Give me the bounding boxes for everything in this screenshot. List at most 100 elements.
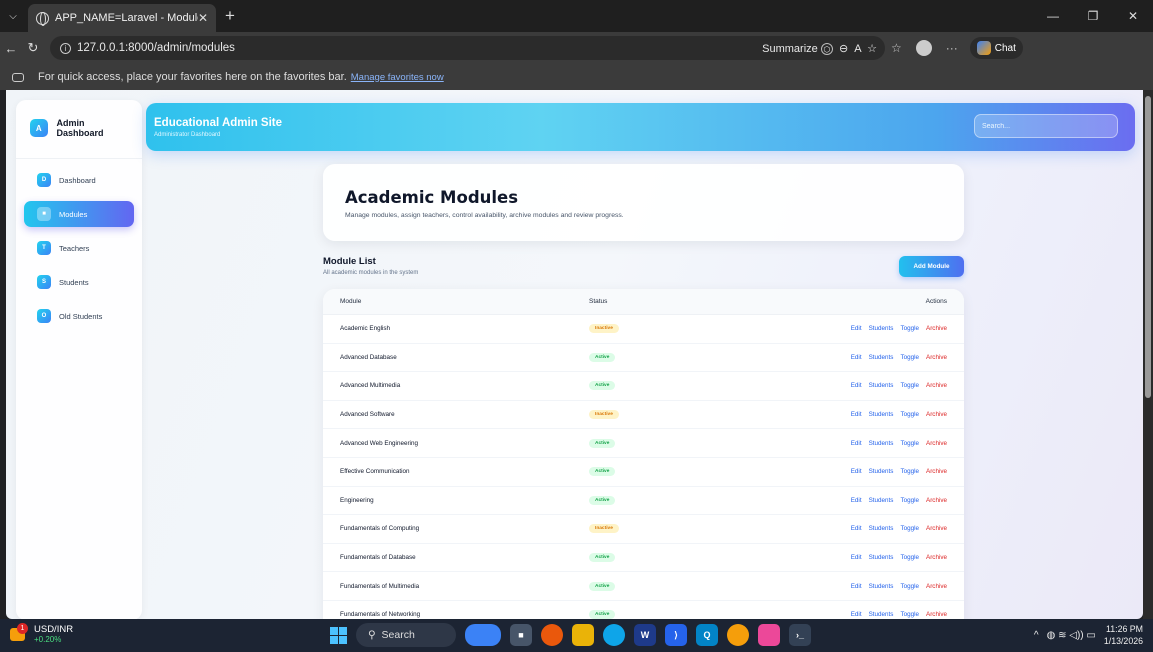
more-menu-icon[interactable]: ···	[946, 41, 958, 55]
tab-title: APP_NAME=Laravel - Modules	[55, 12, 198, 24]
sidebar-item-modules[interactable]: ■ Modules	[24, 201, 134, 227]
actions-cell: Edit Students Toggle Archive	[789, 354, 964, 361]
window-controls: — ❐ ✕	[1033, 0, 1153, 32]
toggle-link[interactable]: Toggle	[900, 554, 919, 561]
students-link[interactable]: Students	[869, 468, 894, 475]
manage-favorites-link[interactable]: Manage favorites now	[351, 72, 444, 83]
toggle-link[interactable]: Toggle	[900, 354, 919, 361]
students-link[interactable]: Students	[869, 583, 894, 590]
archive-link[interactable]: Archive	[926, 583, 947, 590]
archive-link[interactable]: Archive	[926, 325, 947, 332]
sidebar-item-dashboard[interactable]: D Dashboard	[24, 167, 134, 193]
toggle-link[interactable]: Toggle	[900, 468, 919, 475]
summarize-button[interactable]: Summarize ⬡ ⊖ A ☆	[762, 42, 885, 55]
edit-link[interactable]: Edit	[851, 354, 862, 361]
edit-link[interactable]: Edit	[851, 411, 862, 418]
sidebar-item-students[interactable]: S Students	[24, 269, 134, 295]
toggle-link[interactable]: Toggle	[900, 440, 919, 447]
actions-cell: Edit Students Toggle Archive	[789, 497, 964, 504]
chat-button[interactable]: Chat	[969, 37, 1023, 59]
browser-tab[interactable]: APP_NAME=Laravel - Modules ✕	[28, 4, 216, 32]
toggle-link[interactable]: Toggle	[900, 583, 919, 590]
sidebar-item-old-students[interactable]: O Old Students	[24, 303, 134, 329]
archive-link[interactable]: Archive	[926, 611, 947, 618]
app-icon[interactable]	[758, 624, 780, 646]
address-bar[interactable]: i 127.0.0.1:8000/admin/modules Summarize…	[50, 36, 885, 60]
archive-link[interactable]: Archive	[926, 382, 947, 389]
favorites-icon[interactable]: ☆	[891, 41, 902, 55]
toggle-link[interactable]: Toggle	[900, 611, 919, 618]
chrome-icon[interactable]	[541, 624, 563, 646]
edit-link[interactable]: Edit	[851, 497, 862, 504]
chrome-alt-icon[interactable]	[727, 624, 749, 646]
edge-icon[interactable]	[603, 624, 625, 646]
toggle-link[interactable]: Toggle	[900, 497, 919, 504]
ticker-widget[interactable]: 1 USD/INR +0.20%	[8, 623, 73, 645]
archive-link[interactable]: Archive	[926, 440, 947, 447]
clock[interactable]: 11:26 PM 1/13/2026	[1104, 623, 1143, 647]
old-students-icon: O	[37, 309, 51, 323]
refresh-icon[interactable]: ↻	[22, 40, 44, 56]
scrollbar-thumb[interactable]	[1145, 96, 1151, 398]
windows-start-icon[interactable]	[330, 626, 347, 644]
archive-link[interactable]: Archive	[926, 354, 947, 361]
tab-close-icon[interactable]: ✕	[198, 11, 208, 25]
archive-link[interactable]: Archive	[926, 554, 947, 561]
students-link[interactable]: Students	[869, 382, 894, 389]
network-icon[interactable]: ◍ ≋ ◁)) ▭	[1047, 630, 1096, 641]
restore-icon[interactable]: ❐	[1073, 0, 1113, 32]
actions-cell: Edit Students Toggle Archive	[789, 440, 964, 447]
archive-link[interactable]: Archive	[926, 497, 947, 504]
sidebar-item-teachers[interactable]: T Teachers	[24, 235, 134, 261]
archive-link[interactable]: Archive	[926, 525, 947, 532]
edit-link[interactable]: Edit	[851, 382, 862, 389]
search-app-icon[interactable]: Q	[696, 624, 718, 646]
vscode-icon[interactable]: ⟩	[665, 624, 687, 646]
students-link[interactable]: Students	[869, 611, 894, 618]
minimize-icon[interactable]: —	[1033, 0, 1073, 32]
file-explorer-icon[interactable]	[572, 624, 594, 646]
students-link[interactable]: Students	[869, 440, 894, 447]
tray-overflow-icon[interactable]: ^	[1034, 630, 1039, 641]
students-link[interactable]: Students	[869, 354, 894, 361]
archive-link[interactable]: Archive	[926, 411, 947, 418]
site-info-icon[interactable]: i	[60, 42, 71, 54]
toggle-link[interactable]: Toggle	[900, 325, 919, 332]
sidebar: A Admin Dashboard D Dashboard ■ Modules …	[16, 100, 142, 619]
table-body: Academic English Inactive Edit Students Togg…	[323, 315, 964, 619]
widgets-icon[interactable]	[465, 624, 501, 646]
toggle-link[interactable]: Toggle	[900, 411, 919, 418]
new-tab-button[interactable]: +	[225, 6, 235, 26]
close-window-icon[interactable]: ✕	[1113, 0, 1153, 32]
terminal-icon[interactable]: ›_	[789, 624, 811, 646]
archive-link[interactable]: Archive	[926, 468, 947, 475]
profile-avatar[interactable]	[915, 40, 932, 56]
toggle-link[interactable]: Toggle	[900, 525, 919, 532]
edit-link[interactable]: Edit	[851, 554, 862, 561]
task-view-icon[interactable]: ■	[510, 624, 532, 646]
edit-link[interactable]: Edit	[851, 325, 862, 332]
edit-link[interactable]: Edit	[851, 611, 862, 618]
students-link[interactable]: Students	[869, 525, 894, 532]
students-link[interactable]: Students	[869, 554, 894, 561]
tab-actions-chevron-icon[interactable]: ⌵	[0, 0, 26, 32]
edit-link[interactable]: Edit	[851, 440, 862, 447]
edit-link[interactable]: Edit	[851, 468, 862, 475]
hero-card: Academic Modules Manage modules, assign …	[323, 164, 964, 241]
table-row: Advanced Database Active Edit Students Toggl…	[323, 344, 964, 373]
teachers-icon: T	[37, 241, 51, 255]
toggle-link[interactable]: Toggle	[900, 382, 919, 389]
edit-link[interactable]: Edit	[851, 525, 862, 532]
actions-cell: Edit Students Toggle Archive	[789, 525, 964, 532]
search-input[interactable]	[974, 114, 1118, 138]
students-link[interactable]: Students	[869, 411, 894, 418]
add-module-button[interactable]: Add Module	[899, 256, 964, 277]
students-link[interactable]: Students	[869, 497, 894, 504]
status-cell: Active	[589, 467, 789, 477]
edit-link[interactable]: Edit	[851, 583, 862, 590]
taskbar-search[interactable]: ⚲ Search	[356, 623, 456, 647]
word-icon[interactable]: W	[634, 624, 656, 646]
students-link[interactable]: Students	[869, 325, 894, 332]
back-arrow-icon[interactable]: ←	[0, 41, 22, 56]
page-scrollbar[interactable]	[1143, 90, 1153, 619]
